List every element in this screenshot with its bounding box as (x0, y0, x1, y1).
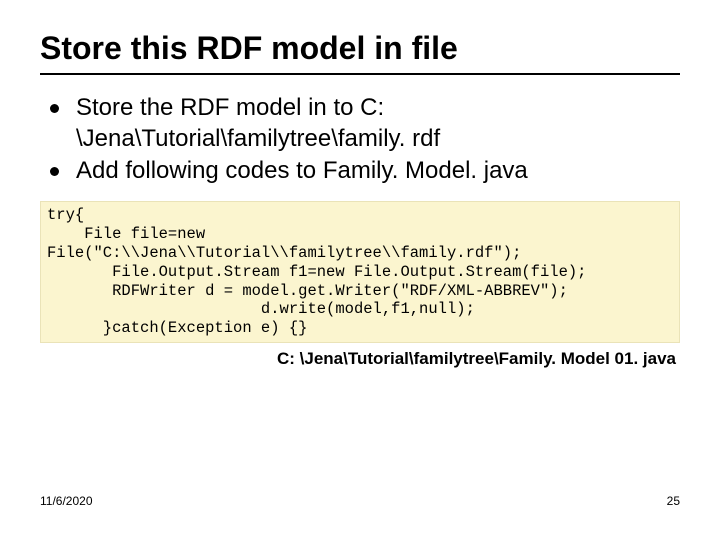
bullet-item: Store the RDF model in to C: \Jena\Tutor… (48, 93, 680, 154)
title-underline (40, 73, 680, 75)
bullet-item: Add following codes to Family. Model. ja… (48, 156, 680, 187)
code-caption: C: \Jena\Tutorial\familytree\Family. Mod… (40, 349, 680, 369)
slide: Store this RDF model in file Store the R… (0, 0, 720, 540)
footer-date: 11/6/2020 (40, 494, 93, 508)
slide-footer: 11/6/2020 25 (40, 494, 680, 508)
footer-page-number: 25 (667, 494, 680, 508)
slide-title: Store this RDF model in file (40, 30, 680, 67)
code-block: try{ File file=new File("C:\\Jena\\Tutor… (40, 201, 680, 343)
bullet-list: Store the RDF model in to C: \Jena\Tutor… (40, 93, 680, 187)
